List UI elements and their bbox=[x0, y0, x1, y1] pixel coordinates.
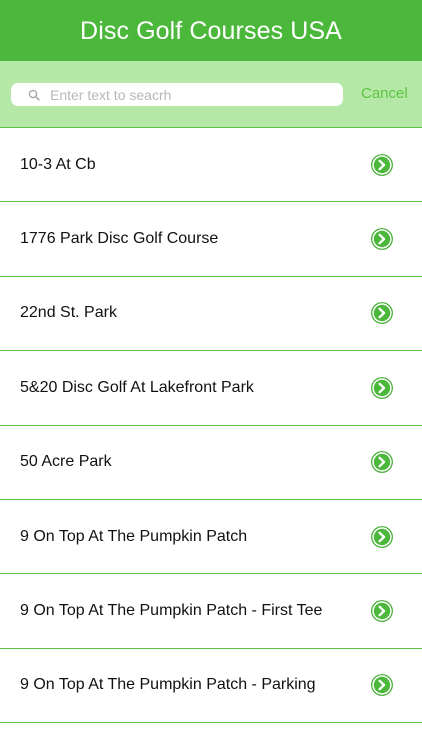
page-title: Disc Golf Courses USA bbox=[80, 17, 342, 45]
list-item[interactable]: 9 On Top At The Pumpkin Patch - First Te… bbox=[0, 574, 422, 649]
course-name: 22nd St. Park bbox=[20, 304, 117, 322]
chevron-right-circle-icon[interactable] bbox=[371, 451, 393, 474]
search-input[interactable] bbox=[50, 86, 320, 103]
list-item[interactable]: 10-3 At Cb bbox=[0, 128, 422, 203]
chevron-right-circle-icon[interactable] bbox=[371, 600, 393, 622]
course-name: 9 On Top At The Pumpkin Patch - Parking bbox=[20, 676, 316, 694]
chevron-right-circle-icon[interactable] bbox=[371, 376, 393, 399]
app-screen: Disc Golf Courses USA Cancel 10-3 At Cb1… bbox=[0, 0, 422, 750]
chevron-right-circle-icon[interactable] bbox=[371, 525, 393, 548]
list-item[interactable]: 50 Acre Park bbox=[0, 426, 422, 500]
list-item[interactable]: 5&20 Disc Golf At Lakefront Park bbox=[0, 351, 422, 426]
list-item[interactable]: 9 On Top At The Pumpkin Patch bbox=[0, 500, 422, 575]
list-item[interactable]: 22nd St. Park bbox=[0, 277, 422, 352]
list-item[interactable]: 9 On Top At The Pumpkin Patch - Parking bbox=[0, 649, 422, 724]
course-name: 50 Acre Park bbox=[20, 453, 112, 471]
search-bar: Cancel bbox=[0, 61, 422, 127]
navigation-bar: Disc Golf Courses USA bbox=[0, 0, 422, 61]
chevron-right-circle-icon[interactable] bbox=[371, 153, 393, 176]
course-list[interactable]: 10-3 At Cb 1776 Park Disc Golf Course 22nd… bbox=[0, 128, 422, 724]
course-name: 9 On Top At The Pumpkin Patch bbox=[20, 527, 248, 545]
search-field[interactable] bbox=[11, 83, 343, 106]
list-item[interactable]: 1776 Park Disc Golf Course bbox=[0, 202, 422, 277]
chevron-right-circle-icon[interactable] bbox=[371, 302, 393, 325]
chevron-right-circle-icon[interactable] bbox=[371, 674, 393, 697]
course-name: 1776 Park Disc Golf Course bbox=[20, 230, 219, 248]
search-icon bbox=[28, 89, 40, 101]
course-name: 9 On Top At The Pumpkin Patch - First Te… bbox=[20, 602, 323, 620]
course-name: 5&20 Disc Golf At Lakefront Park bbox=[20, 378, 254, 396]
course-name: 10-3 At Cb bbox=[20, 155, 96, 173]
cancel-button[interactable]: Cancel bbox=[361, 85, 408, 102]
chevron-right-circle-icon[interactable] bbox=[371, 228, 393, 250]
